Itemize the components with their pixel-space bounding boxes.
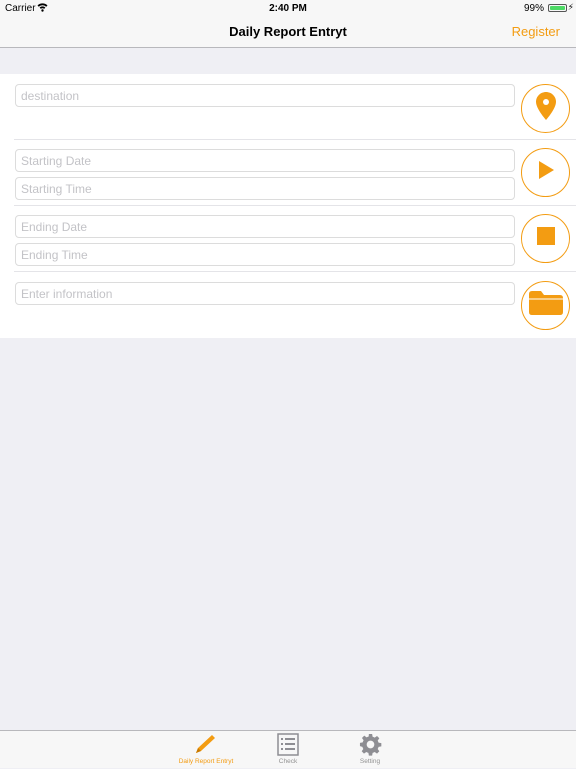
pencil-icon <box>171 733 241 760</box>
status-bar: Carrier 2:40 PM 99% ⚡ <box>0 0 576 16</box>
clock: 2:40 PM <box>269 3 307 14</box>
register-button[interactable]: Register <box>512 24 560 39</box>
start-button[interactable] <box>521 148 570 197</box>
page-title: Daily Report Entryt <box>229 24 347 39</box>
tab-label: Check <box>278 758 298 765</box>
stop-icon <box>536 227 555 250</box>
gear-icon <box>335 733 405 761</box>
battery-icon <box>548 4 567 12</box>
tab-setting[interactable]: Setting <box>335 731 405 769</box>
charging-icon: ⚡ <box>567 2 574 12</box>
tab-label: Daily Report Entryt <box>178 758 234 765</box>
section-divider <box>14 271 576 272</box>
play-icon <box>536 160 556 185</box>
ending-date-input[interactable] <box>15 215 515 238</box>
information-input[interactable] <box>15 282 515 305</box>
folder-icon <box>528 291 563 320</box>
starting-date-input[interactable] <box>15 149 515 172</box>
tab-label: Setting <box>359 758 381 765</box>
checklist-icon <box>253 733 323 761</box>
tab-bar: Daily Report Entryt Check Setting <box>0 730 576 768</box>
starting-time-input[interactable] <box>15 177 515 200</box>
navigation-bar: Daily Report Entryt Register <box>0 16 576 48</box>
location-button[interactable] <box>521 84 570 133</box>
battery-percent: 99% <box>523 3 544 14</box>
section-divider <box>14 139 576 140</box>
destination-input[interactable] <box>15 84 515 107</box>
ending-time-input[interactable] <box>15 243 515 266</box>
section-divider <box>14 205 576 206</box>
location-pin-icon <box>535 92 556 125</box>
report-form <box>0 74 576 338</box>
stop-button[interactable] <box>521 214 570 263</box>
tab-daily-report-entry[interactable]: Daily Report Entryt <box>171 731 241 769</box>
folder-button[interactable] <box>521 281 570 330</box>
tab-check[interactable]: Check <box>253 731 323 769</box>
